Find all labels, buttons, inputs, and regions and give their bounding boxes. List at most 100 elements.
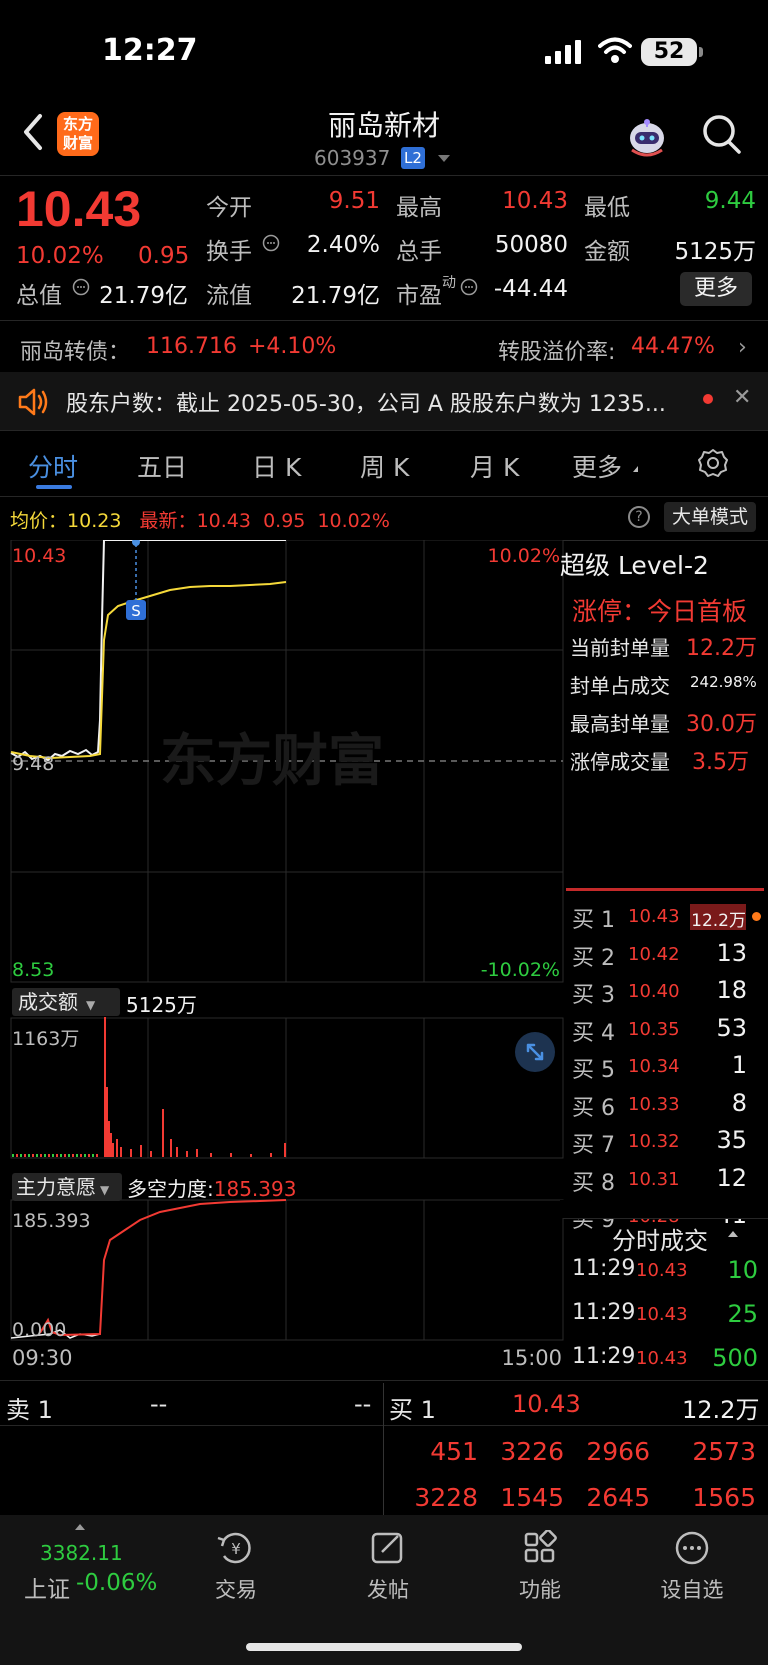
trade-volume: 25 [727, 1300, 758, 1328]
ai-robot-icon[interactable] [624, 116, 670, 160]
volume-bar [20, 1154, 22, 1157]
total-mv-info-icon[interactable] [72, 278, 90, 296]
nav-trade[interactable]: ¥ 交易 [176, 1530, 296, 1604]
high-value: 10.43 [502, 188, 568, 214]
level2-badge[interactable]: L2 [401, 147, 425, 169]
chart-legend: 均价：10.23 最新：10.43 0.95 10.02% [10, 506, 390, 533]
volume-bar [270, 1153, 272, 1157]
expand-chart-icon[interactable] [515, 1032, 555, 1072]
volume-bar [104, 1017, 106, 1157]
notice-divider [0, 430, 768, 431]
orders-divider-mid [0, 1425, 768, 1426]
volume-bar [56, 1154, 58, 1157]
seal-ratio-label: 封单占成交 [570, 674, 670, 698]
stock-code[interactable]: 603937 [314, 146, 390, 170]
more-quote-button[interactable]: 更多 [680, 272, 752, 306]
queue-order-size: 3226 [500, 1437, 564, 1466]
header-divider [0, 175, 768, 176]
total-mv-value: 21.79亿 [99, 283, 188, 309]
search-icon[interactable] [702, 114, 742, 156]
float-mv-label: 流值 [206, 283, 252, 309]
volume-indicator-select[interactable]: 成交额 ▼ [12, 988, 120, 1016]
amount-label: 金额 [584, 239, 630, 265]
settings-gear-icon[interactable] [698, 448, 728, 478]
book-row-volume: 12 [716, 1163, 747, 1192]
index-expand-caret-icon[interactable] [75, 1524, 85, 1530]
book-row-label: 买 3 [572, 983, 615, 1008]
close-icon[interactable]: ✕ [733, 385, 751, 410]
open-label: 今开 [206, 195, 252, 221]
pe-sup: 动 [442, 275, 456, 291]
volume-bar [162, 1109, 164, 1157]
volume-bar [48, 1154, 50, 1157]
avg-label: 均价： [10, 510, 68, 532]
big-order-mode-button[interactable]: 大单模式 [664, 502, 756, 532]
s-marker-text: S [131, 602, 141, 620]
volume-bar [116, 1139, 118, 1157]
help-icon[interactable]: ? [628, 506, 650, 528]
stock-switch-caret-icon[interactable] [438, 155, 450, 162]
tab-monthly-k[interactable]: 月 K [470, 448, 519, 484]
trades-title[interactable]: 分时成交 [612, 1221, 708, 1256]
max-seal-value: 30.0万 [686, 712, 757, 737]
nav-post[interactable]: 发帖 [328, 1530, 448, 1604]
volume-bar [60, 1154, 62, 1157]
time-start: 09:30 [12, 1346, 73, 1370]
volume-bar [72, 1154, 74, 1157]
volume-bar [52, 1154, 54, 1157]
level2-title[interactable]: 超级 Level-2 [560, 546, 709, 582]
nav-add-watchlist[interactable]: 设自选 [632, 1530, 752, 1604]
book-row-volume: 8 [731, 1088, 747, 1117]
volume-bar [44, 1154, 46, 1157]
tab-more[interactable]: 更多 [572, 448, 622, 484]
book-row-volume: 18 [716, 976, 747, 1004]
sell1-volume: -- [354, 1390, 372, 1418]
total-mv-label: 总值 [16, 283, 62, 309]
index-name[interactable]: 上证 [24, 1570, 70, 1604]
tab-weekly-k[interactable]: 周 K [360, 448, 409, 484]
trade-icon: ¥ [217, 1532, 251, 1564]
intraday-chart[interactable]: 东方财富 S 10.43 10.02% 9.48 8.53 -10.02% 18… [0, 540, 564, 1380]
home-indicator [246, 1643, 522, 1651]
volume-total: 5125万 [126, 993, 197, 1017]
volume-indicator-label: 成交额 [18, 990, 78, 1014]
nav-functions[interactable]: 功能 [480, 1529, 600, 1604]
orders-vertical-divider [383, 1383, 384, 1515]
volume-bar [170, 1139, 172, 1157]
trades-caret-icon[interactable] [728, 1231, 738, 1237]
book-row-volume: 1 [731, 1051, 747, 1079]
wifi-icon [598, 37, 632, 63]
axis-bottom-price: 8.53 [12, 959, 54, 981]
float-mv-value: 21.79亿 [291, 283, 380, 309]
volume-bar [150, 1151, 152, 1157]
volume-bar [96, 1154, 98, 1157]
trades-divider [563, 1218, 768, 1219]
turnover-info-icon[interactable] [262, 234, 280, 252]
mainforce-indicator-select[interactable]: 主力意愿 ▼ [12, 1173, 122, 1201]
volume-bar [176, 1147, 178, 1157]
index-change[interactable]: -0.06% [76, 1570, 157, 1596]
duokong-value: 185.393 [213, 1177, 297, 1201]
battery-tip [699, 47, 703, 57]
volume-bar [186, 1151, 188, 1157]
tab-intraday[interactable]: 分时 [28, 448, 78, 484]
queue-order-size: 1545 [500, 1483, 564, 1512]
tab-daily-k[interactable]: 日 K [252, 448, 301, 484]
pe-value: -44.44 [493, 276, 568, 302]
latest-pct: 10.02% [317, 510, 390, 532]
limit-up-title: 涨停：今日首板 [572, 597, 748, 626]
open-value: 9.51 [328, 188, 380, 214]
volume-bar [210, 1153, 212, 1157]
book-separator [566, 888, 764, 891]
notice-text[interactable]: 股东户数：截止 2025-05-30，公司 A 股股东户数为 1235... [66, 386, 666, 418]
tab-five-day[interactable]: 五日 [137, 448, 187, 484]
trade-time: 11:29 [572, 1300, 636, 1325]
queue-order-size: 2966 [586, 1437, 650, 1466]
mainforce-indicator-label: 主力意愿 [16, 1175, 96, 1199]
pe-info-icon[interactable] [460, 278, 478, 296]
bond-label[interactable]: 丽岛转债： [20, 334, 130, 366]
queue-order-size: 451 [430, 1437, 478, 1466]
index-value[interactable]: 3382.11 [40, 1541, 123, 1565]
chevron-right-icon[interactable]: › [738, 335, 747, 360]
battery-indicator: 52 [641, 38, 697, 66]
